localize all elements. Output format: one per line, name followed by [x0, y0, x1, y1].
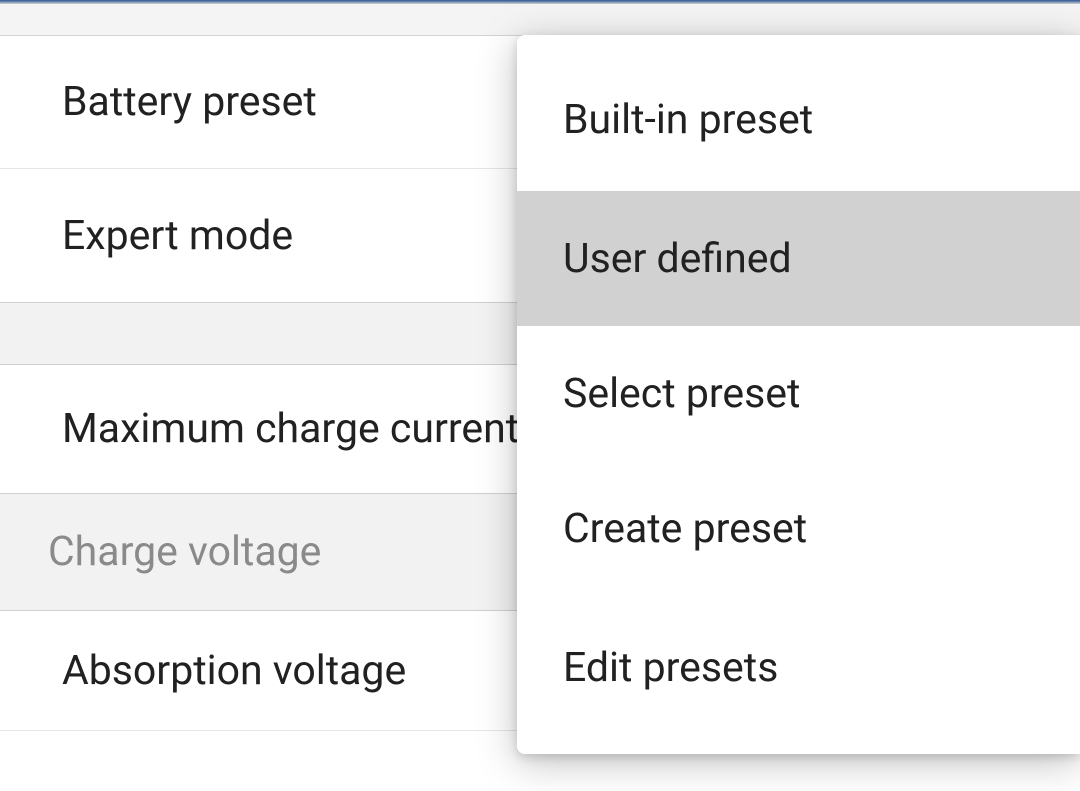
menu-item-user-defined-label: User defined [563, 235, 792, 283]
top-gap [0, 4, 1080, 36]
menu-item-select-preset-label: Select preset [563, 370, 800, 418]
menu-item-builtin-label: Built-in preset [563, 96, 813, 144]
menu-item-user-defined[interactable]: User defined [517, 191, 1080, 326]
charge-voltage-header-label: Charge voltage [48, 528, 321, 576]
menu-item-select-preset[interactable]: Select preset [517, 326, 1080, 461]
menu-item-edit-presets[interactable]: Edit presets [517, 596, 1080, 754]
menu-item-builtin[interactable]: Built-in preset [517, 35, 1080, 191]
menu-item-edit-presets-label: Edit presets [563, 644, 778, 692]
menu-item-create-preset[interactable]: Create preset [517, 461, 1080, 596]
menu-item-create-preset-label: Create preset [563, 505, 807, 553]
preset-menu: Built-in preset User defined Select pres… [517, 35, 1080, 754]
